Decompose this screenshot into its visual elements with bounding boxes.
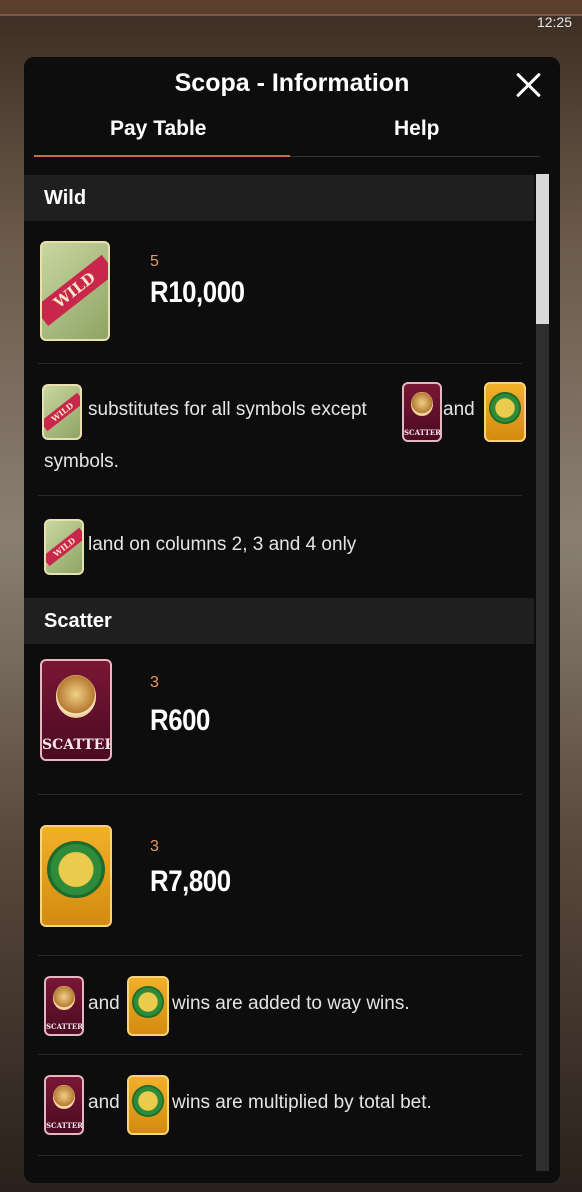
- wild-pay-row: WILD 5 R10,000: [38, 221, 522, 364]
- wild-pay-count: 5: [150, 253, 159, 270]
- rule-text: land on columns 2, 3 and 4 only: [88, 534, 357, 555]
- scrollbar-thumb[interactable]: [536, 174, 549, 324]
- coin-symbol-small-icon: [484, 382, 526, 442]
- wild-rule-substitutes: WILD substitutes for all symbols except …: [38, 364, 526, 496]
- scatter-symbol-small-icon: SCATTER: [44, 976, 84, 1036]
- tab-divider: [290, 156, 540, 157]
- coin-pay-amount: R7,800: [150, 865, 231, 898]
- scatter-pay-row: SCATTER 3 R600: [38, 644, 522, 795]
- scatter-rule-added: SCATTER and wins are added to way wins.: [38, 956, 522, 1055]
- section-header-wild: Wild: [24, 175, 534, 221]
- rule-text: and: [443, 399, 475, 420]
- coin-symbol-small-icon: [127, 1075, 169, 1135]
- coin-pay-count: 3: [150, 838, 159, 855]
- active-tab-indicator: [34, 155, 290, 157]
- rule-text: substitutes for all symbols except: [88, 399, 367, 420]
- scatter-symbol-small-icon: SCATTER: [44, 1075, 84, 1135]
- panel-title: Scopa - Information: [174, 69, 410, 97]
- close-icon[interactable]: [512, 69, 544, 101]
- coin-symbol-icon: [40, 825, 112, 927]
- wild-symbol-icon: WILD: [40, 241, 110, 341]
- wild-symbol-small-icon: WILD: [42, 384, 82, 440]
- tab-pay-table[interactable]: Pay Table: [110, 117, 207, 141]
- wild-rule-columns: WILD land on columns 2, 3 and 4 only: [38, 496, 522, 598]
- section-header-scatter: Scatter: [24, 598, 534, 644]
- rule-text: symbols.: [44, 451, 119, 472]
- scatter-pay-amount: R600: [150, 704, 210, 737]
- status-time: 12:25: [536, 14, 572, 30]
- rule-text: wins are added to way wins.: [172, 993, 410, 1014]
- coin-symbol-small-icon: [127, 976, 169, 1036]
- info-panel: Scopa - Information Pay Table Help Wild …: [24, 57, 560, 1183]
- tab-help[interactable]: Help: [394, 117, 440, 141]
- scatter-symbol-small-icon: SCATTER: [402, 382, 442, 442]
- rule-text: and: [88, 1092, 120, 1113]
- scatter-rule-multiplied: SCATTER and wins are multiplied by total…: [38, 1055, 522, 1156]
- game-background-top: [0, 0, 582, 16]
- coin-pay-row: 3 R7,800: [38, 795, 522, 956]
- wild-pay-amount: R10,000: [150, 276, 245, 309]
- wild-symbol-small-icon: WILD: [44, 519, 84, 575]
- pay-table-content: Wild WILD 5 R10,000 WILD substitutes for…: [24, 175, 534, 1156]
- rule-text: wins are multiplied by total bet.: [172, 1092, 432, 1113]
- rule-text: and: [88, 993, 120, 1014]
- scatter-pay-count: 3: [150, 674, 159, 691]
- scrollbar[interactable]: [536, 174, 549, 1171]
- scatter-symbol-icon: SCATTER: [40, 659, 112, 761]
